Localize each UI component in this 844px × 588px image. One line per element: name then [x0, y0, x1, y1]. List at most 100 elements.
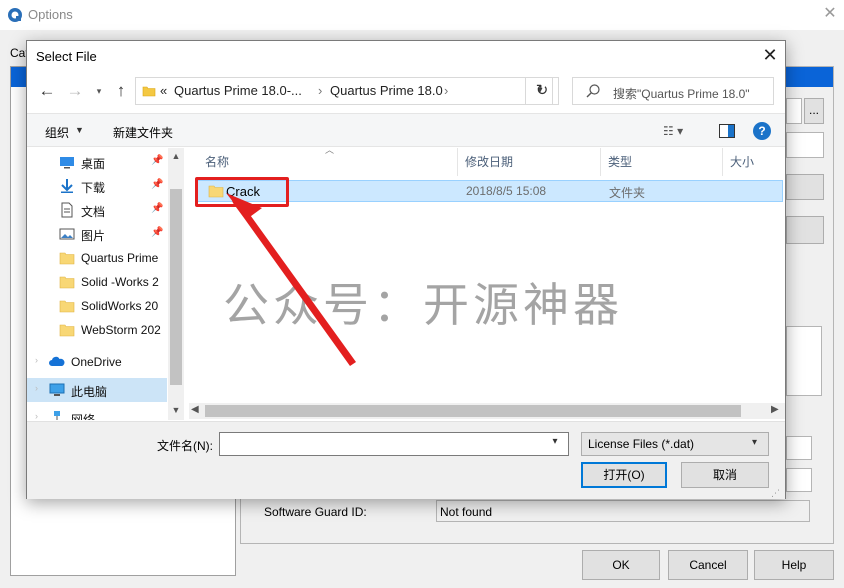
onedrive-icon: [49, 356, 65, 366]
new-folder-button[interactable]: 新建文件夹: [113, 124, 173, 141]
this-pc-icon: [49, 383, 65, 396]
column-header-modified[interactable]: 修改日期: [465, 151, 513, 177]
nav-label: 网络: [71, 413, 96, 420]
dialog-cancel-button[interactable]: 取消: [681, 462, 769, 488]
up-arrow-icon[interactable]: ↑: [111, 81, 131, 101]
column-header-size[interactable]: 大小: [730, 151, 754, 177]
options-button-3[interactable]: [786, 216, 824, 244]
download-icon: [61, 179, 73, 193]
nav-label: 此电脑: [71, 385, 108, 399]
nav-item-webstorm[interactable]: WebStorm 202: [27, 318, 167, 342]
expand-chevron-icon[interactable]: ›: [35, 383, 38, 393]
options-field-3[interactable]: [786, 436, 812, 460]
scroll-left-icon[interactable]: ◀: [191, 404, 199, 415]
search-box[interactable]: 搜索"Quartus Prime 18.0": [572, 77, 774, 105]
nav-item-solidworks-a[interactable]: Solid -Works 2: [27, 270, 167, 294]
filename-dropdown-icon[interactable]: ▾: [546, 436, 564, 447]
pin-icon[interactable]: 📌: [151, 203, 163, 214]
file-type: 文件夹: [609, 186, 646, 200]
search-icon: [586, 84, 600, 98]
breadcrumb-current[interactable]: Quartus Prime 18.0: [330, 83, 443, 98]
options-titlebar: Options ✕: [0, 0, 844, 30]
column-header-type[interactable]: 类型: [608, 151, 632, 177]
nav-label: Quartus Prime: [81, 251, 159, 265]
column-header-name[interactable]: 名称: [205, 151, 229, 177]
nav-item-this-pc[interactable]: › 此电脑: [27, 378, 167, 402]
nav-item-onedrive[interactable]: › OneDrive: [27, 350, 167, 374]
folder-icon: [59, 252, 75, 265]
help-icon[interactable]: ?: [753, 122, 771, 140]
file-type-filter[interactable]: License Files (*.dat) ▾: [581, 432, 769, 456]
folder-icon: [59, 276, 75, 289]
software-guard-id-value: Not found: [436, 500, 810, 522]
options-panel-header: [780, 67, 833, 87]
nav-label: Solid -Works 2: [81, 275, 159, 289]
dialog-title: Select File: [36, 49, 97, 64]
options-close-icon[interactable]: ✕: [820, 4, 840, 24]
breadcrumb-overflow[interactable]: «: [160, 83, 167, 98]
forward-arrow-icon[interactable]: →: [65, 81, 85, 101]
column-divider[interactable]: [722, 148, 723, 176]
nav-item-network[interactable]: › 网络: [27, 406, 167, 420]
nav-item-solidworks-b[interactable]: SolidWorks 20: [27, 294, 167, 318]
scroll-down-icon[interactable]: ▼: [168, 405, 184, 415]
nav-item-downloads[interactable]: 下载 📌: [27, 174, 167, 198]
organize-dropdown-icon[interactable]: ▼: [75, 125, 84, 135]
license-list[interactable]: [786, 326, 822, 396]
breadcrumb-separator-icon[interactable]: ›: [318, 83, 322, 98]
preview-pane-icon[interactable]: [719, 124, 735, 138]
scroll-up-icon[interactable]: ▲: [168, 151, 184, 161]
expand-chevron-icon[interactable]: ›: [35, 411, 38, 420]
sort-ascending-icon: ︿: [325, 145, 335, 155]
breadcrumb-parent[interactable]: Quartus Prime 18.0-...: [174, 83, 302, 98]
organize-menu[interactable]: 组织: [45, 124, 69, 141]
column-divider[interactable]: [457, 148, 458, 176]
ok-button[interactable]: OK: [582, 550, 660, 580]
pin-icon[interactable]: 📌: [151, 227, 163, 238]
horizontal-scrollbar[interactable]: ◀ ▶: [189, 403, 785, 419]
nav-item-pictures[interactable]: 图片 📌: [27, 222, 167, 246]
nav-label: 下载: [81, 181, 106, 195]
address-bar[interactable]: « Quartus Prime 18.0-... › Quartus Prime…: [135, 77, 553, 105]
filter-dropdown-icon[interactable]: ▾: [752, 437, 757, 448]
pin-icon[interactable]: 📌: [151, 155, 163, 166]
options-field-2[interactable]: [786, 132, 824, 158]
nav-label: OneDrive: [71, 355, 122, 369]
dialog-toolbar: 组织 ▼ 新建文件夹 ☷ ▾ ?: [27, 113, 785, 147]
refresh-icon[interactable]: ↻: [525, 77, 559, 105]
cancel-button[interactable]: Cancel: [668, 550, 748, 580]
nav-item-quartus[interactable]: Quartus Prime: [27, 246, 167, 270]
quartus-app-icon: [8, 8, 22, 22]
nav-scrollbar-thumb[interactable]: [170, 189, 182, 385]
expand-chevron-icon[interactable]: ›: [35, 355, 38, 365]
pin-icon[interactable]: 📌: [151, 179, 163, 190]
nav-label: SolidWorks 20: [81, 299, 159, 313]
browse-button[interactable]: ...: [804, 98, 824, 124]
filename-input[interactable]: ▾: [219, 432, 569, 456]
resize-grip-icon[interactable]: ⋰: [771, 488, 780, 499]
open-button[interactable]: 打开(O): [581, 462, 667, 488]
license-file-field[interactable]: [786, 98, 802, 124]
options-button-2[interactable]: [786, 174, 824, 200]
nav-label: 文档: [81, 205, 106, 219]
view-options-icon[interactable]: ☷ ▾: [663, 124, 693, 140]
nav-item-documents[interactable]: 文档 📌: [27, 198, 167, 222]
nav-item-desktop[interactable]: 桌面 📌: [27, 150, 167, 174]
scroll-right-icon[interactable]: ▶: [771, 404, 779, 415]
folder-icon: [59, 300, 75, 313]
navigation-pane[interactable]: 桌面 📌 下载 📌 文档 📌 图片 📌 Quartus Prime Solid …: [27, 148, 185, 420]
folder-icon: [142, 86, 156, 97]
document-icon: [61, 202, 73, 218]
recent-locations-chevron-icon[interactable]: ▾: [93, 83, 105, 99]
options-field-4[interactable]: [786, 468, 812, 492]
desktop-icon: [60, 157, 74, 169]
breadcrumb-separator-icon[interactable]: ›: [444, 83, 448, 98]
nav-label: 图片: [81, 229, 106, 243]
horizontal-scrollbar-thumb[interactable]: [205, 405, 741, 417]
help-button[interactable]: Help: [754, 550, 834, 580]
file-type-filter-value: License Files (*.dat): [588, 437, 695, 451]
pictures-icon: [59, 228, 75, 240]
dialog-close-icon[interactable]: ✕: [759, 45, 781, 67]
back-arrow-icon[interactable]: ←: [37, 81, 57, 101]
column-divider[interactable]: [600, 148, 601, 176]
